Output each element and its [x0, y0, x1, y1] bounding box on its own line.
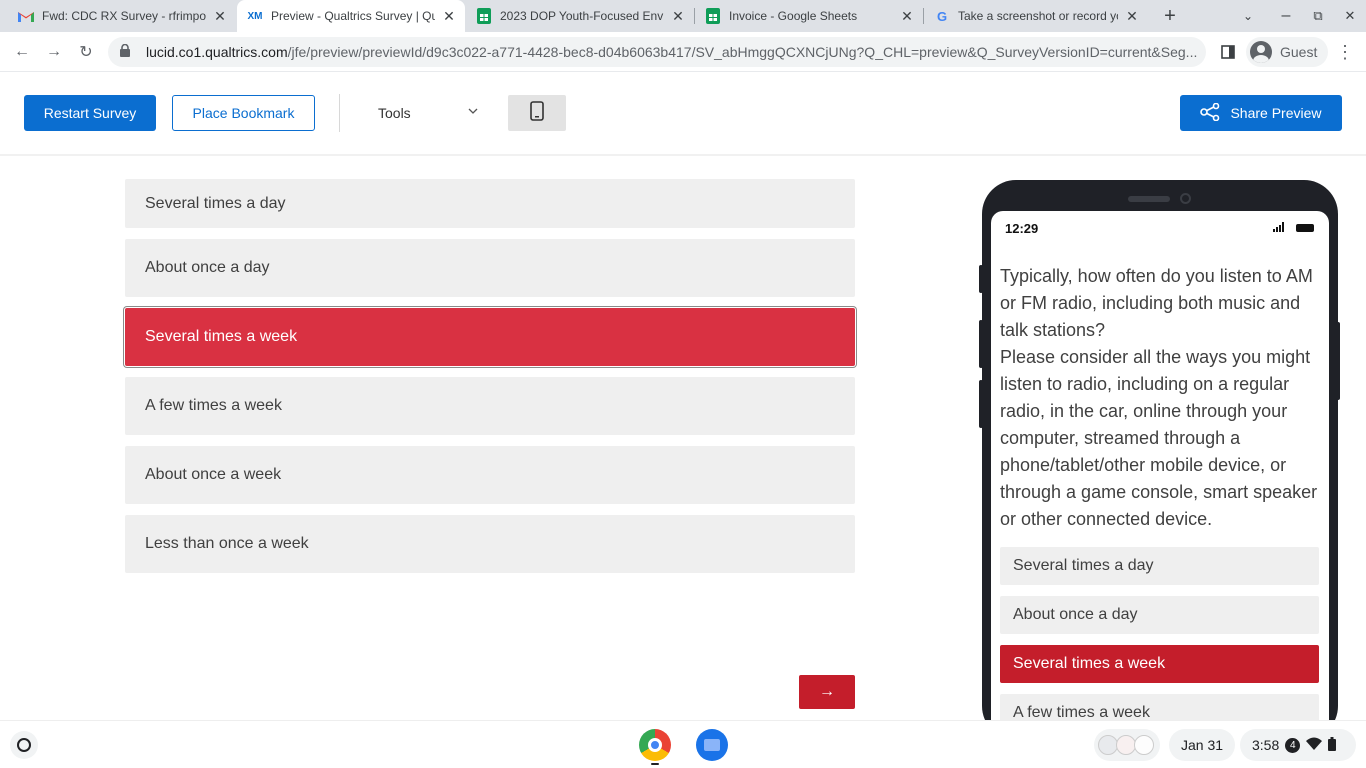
lock-icon: [120, 43, 136, 60]
address-bar[interactable]: lucid.co1.qualtrics.com /jfe/preview/pre…: [108, 37, 1206, 67]
back-arrow-icon[interactable]: ←: [9, 39, 35, 65]
sheets-icon: [705, 8, 721, 24]
close-icon[interactable]: ✕: [899, 8, 915, 24]
more-menu-icon[interactable]: ⋮: [1332, 39, 1358, 65]
avatar-icon: [1250, 41, 1272, 63]
close-icon[interactable]: ✕: [441, 8, 457, 24]
notification-count-badge: 4: [1285, 737, 1301, 753]
tab-screenshot-help[interactable]: G Take a screenshot or record your scree…: [924, 0, 1148, 32]
browser-toolbar: ← → ↻ lucid.co1.qualtrics.com /jfe/previ…: [0, 32, 1366, 72]
wifi-icon: [1306, 737, 1323, 753]
holding-space-tray[interactable]: [1094, 729, 1160, 761]
mobile-preview-screen: 12:29 Typically, how often do you listen…: [991, 211, 1329, 720]
launcher-button[interactable]: [10, 731, 38, 759]
chevron-down-icon: [468, 105, 478, 117]
tab-title: Invoice - Google Sheets: [729, 9, 858, 23]
new-tab-button[interactable]: +: [1158, 4, 1182, 28]
reload-icon[interactable]: ↻: [73, 39, 99, 65]
signal-icon: [1273, 222, 1287, 232]
mobile-choice-a-few-times-a-week[interactable]: A few times a week: [1000, 694, 1319, 720]
tab-title: Fwd: CDC RX Survey - rfrimpong: [42, 9, 206, 23]
tab-gmail[interactable]: Fwd: CDC RX Survey - rfrimpong ✕: [8, 0, 236, 32]
share-label: Share Preview: [1230, 105, 1322, 121]
mobile-question: Typically, how often do you listen to AM…: [1000, 263, 1322, 533]
choice-a-few-times-a-week[interactable]: A few times a week: [125, 377, 855, 435]
mobile-choice-several-times-a-week[interactable]: Several times a week: [1000, 645, 1319, 683]
share-icon: [1200, 102, 1220, 124]
sheets-icon: [476, 8, 492, 24]
tab-title: Preview - Qualtrics Survey | Qualtrics: [271, 9, 435, 23]
tab-invoice-sheet[interactable]: Invoice - Google Sheets ✕: [695, 0, 923, 32]
choice-about-once-a-day[interactable]: About once a day: [125, 239, 855, 297]
mobile-preview-toggle[interactable]: [508, 95, 566, 131]
smartphone-icon: [530, 100, 544, 126]
choice-less-than-once-a-week[interactable]: Less than once a week: [125, 515, 855, 573]
clock: 3:58: [1252, 737, 1280, 753]
mobile-choice-about-once-a-day[interactable]: About once a day: [1000, 596, 1319, 634]
browser-tab-strip: Fwd: CDC RX Survey - rfrimpong ✕ XM Prev…: [0, 0, 1366, 32]
mobile-choice-several-times-a-day[interactable]: Several times a day: [1000, 547, 1319, 585]
close-icon[interactable]: ✕: [212, 8, 228, 24]
tools-dropdown[interactable]: Tools: [378, 95, 488, 131]
date-tray[interactable]: Jan 31: [1169, 729, 1236, 761]
question-instructions: Please consider all the ways you might l…: [1000, 347, 1318, 529]
camera-icon: [1180, 193, 1191, 204]
tools-label: Tools: [378, 105, 411, 121]
window-close-icon[interactable]: ✕: [1338, 4, 1362, 28]
close-icon[interactable]: ✕: [670, 8, 686, 24]
question-text: Typically, how often do you listen to AM…: [1000, 266, 1313, 340]
tab-title: Take a screenshot or record your screen: [958, 9, 1118, 23]
choice-several-times-a-day[interactable]: Several times a day: [125, 179, 855, 228]
files-icon[interactable]: [696, 729, 728, 761]
minimize-icon[interactable]: –: [1274, 4, 1298, 28]
chrome-icon[interactable]: [639, 729, 671, 761]
next-button[interactable]: →: [799, 675, 855, 709]
close-icon[interactable]: ✕: [1124, 8, 1140, 24]
side-panel-icon[interactable]: [1215, 39, 1241, 65]
qualtrics-icon: XM: [247, 10, 263, 22]
gmail-icon: [18, 8, 34, 24]
choice-several-times-a-week[interactable]: Several times a week: [125, 308, 855, 366]
launcher-icon: [17, 738, 31, 752]
tab-search-chevron-icon[interactable]: ⌄: [1236, 4, 1260, 28]
battery-icon: [1328, 736, 1337, 754]
status-tray[interactable]: 3:58 4: [1240, 729, 1356, 761]
restore-icon[interactable]: ⧉: [1306, 4, 1330, 28]
tab-title: 2023 DOP Youth-Focused Env: [500, 9, 664, 23]
tab-qualtrics-preview[interactable]: XM Preview - Qualtrics Survey | Qualtric…: [237, 0, 465, 32]
profile-label: Guest: [1280, 44, 1318, 60]
phone-clock: 12:29: [1005, 221, 1039, 236]
google-icon: G: [936, 8, 948, 24]
forward-arrow-icon[interactable]: →: [41, 39, 67, 65]
preview-header: Restart Survey Place Bookmark Tools Shar…: [0, 72, 1366, 156]
system-shelf: Jan 31 3:58 4: [0, 720, 1366, 768]
choice-about-once-a-week[interactable]: About once a week: [125, 446, 855, 504]
restart-survey-button[interactable]: Restart Survey: [24, 95, 156, 131]
share-preview-button[interactable]: Share Preview: [1180, 95, 1342, 131]
place-bookmark-button[interactable]: Place Bookmark: [172, 95, 315, 131]
tab-dop-sheet[interactable]: 2023 DOP Youth-Focused Env ✕: [466, 0, 694, 32]
battery-icon: [1296, 224, 1314, 232]
url-host: lucid.co1.qualtrics.com: [146, 44, 288, 60]
url-path: /jfe/preview/previewId/d9c3c022-a771-442…: [287, 44, 1198, 60]
profile-button[interactable]: Guest: [1246, 37, 1328, 67]
